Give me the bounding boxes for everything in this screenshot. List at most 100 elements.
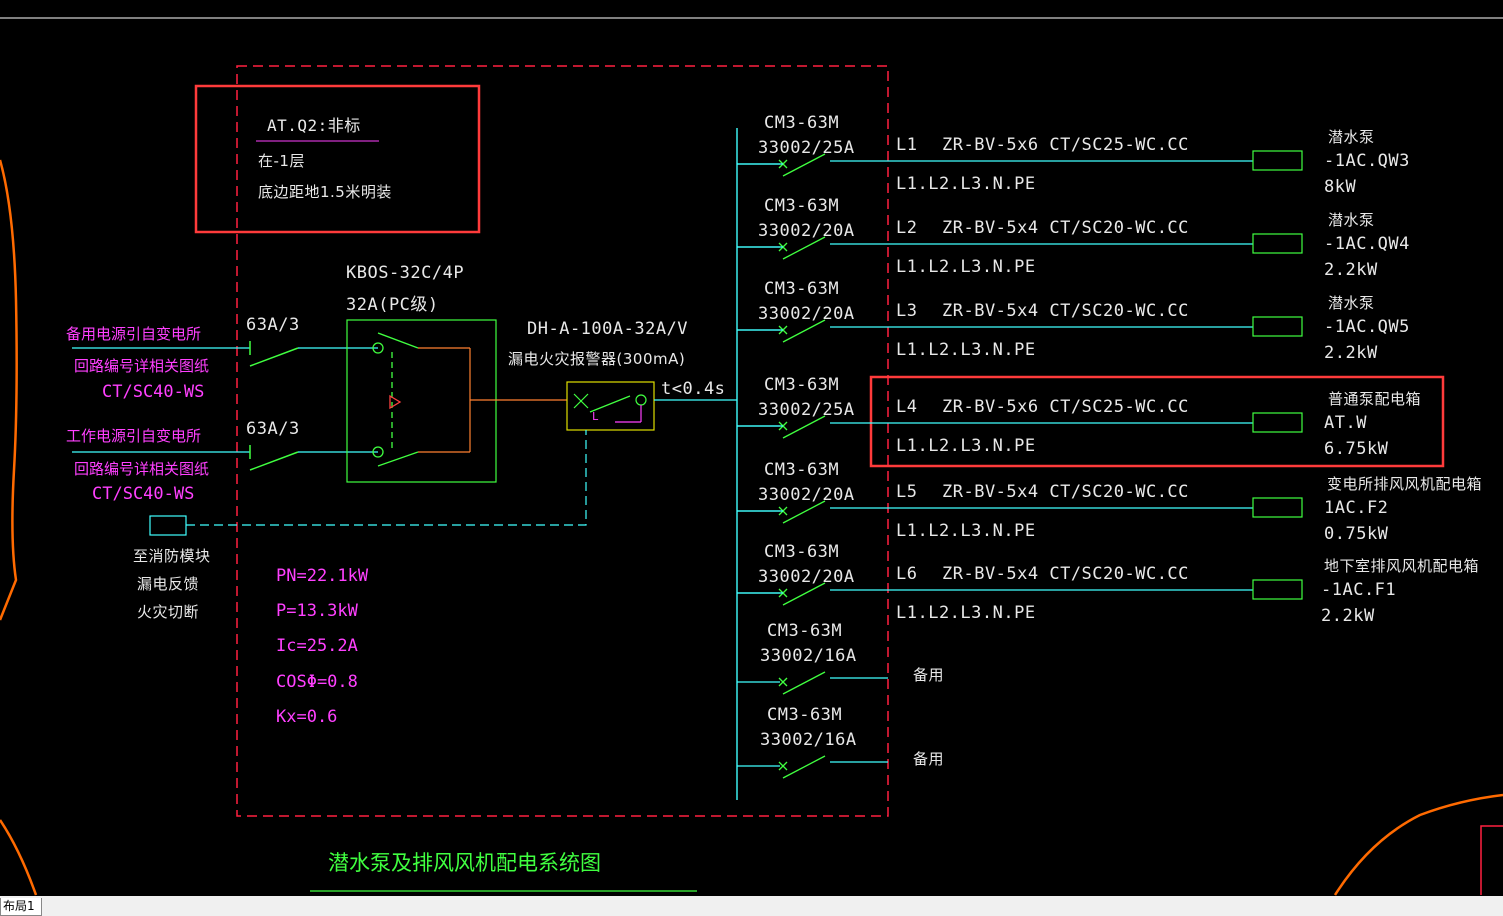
- branch-id: L2: [896, 218, 918, 238]
- branch-breaker-contact: [782, 755, 826, 779]
- branch-load-name: 变电所排风风机配电箱: [1327, 475, 1483, 493]
- load-symbol-l2: [1252, 233, 1303, 254]
- branch-id: L3: [896, 301, 918, 321]
- branch-load-power: 2.2kW: [1324, 343, 1378, 363]
- calc-ic: Ic=25.2A: [276, 636, 358, 656]
- calc-cos: COSΦ=0.8: [276, 672, 358, 692]
- branch-load-code: -1AC.QW3: [1324, 151, 1410, 171]
- location-name: AT.Q2:非标: [267, 116, 361, 135]
- ats-model: KBOS-32C/4P: [346, 263, 465, 283]
- spare-breaker-setting: 33002/16A: [760, 730, 857, 750]
- spare-breaker-setting: 33002/16A: [760, 646, 857, 666]
- branch-load-power: 2.2kW: [1321, 606, 1375, 626]
- load-symbol-l6: [1252, 579, 1303, 600]
- branch-load-power: 2.2kW: [1324, 260, 1378, 280]
- branch-load-name: 潜水泵: [1328, 294, 1375, 312]
- spare-label: 备用: [913, 666, 945, 684]
- branch-breaker-model: CM3-63M: [764, 113, 840, 133]
- branch-load-code: -1AC.QW4: [1324, 234, 1410, 254]
- ats-rating: 32A(PC级): [346, 295, 439, 315]
- fire-module-line3: 火灾切断: [137, 603, 200, 621]
- leakage-desc: 漏电火灾报警器(300mA): [508, 350, 686, 368]
- panel-enclosure-frame: [236, 65, 889, 817]
- branch-load-power: 6.75kW: [1324, 439, 1389, 459]
- branch-cable-spec: ZR-BV-5x6 CT/SC25-WC.CC: [942, 397, 1189, 417]
- highlight-box-location: [194, 84, 481, 234]
- backup-breaker-contact: [249, 347, 299, 367]
- fire-module-line2: 漏电反馈: [137, 575, 200, 593]
- branch-phases: L1.L2.L3.N.PE: [896, 603, 1036, 623]
- branch-phases: L1.L2.L3.N.PE: [896, 257, 1036, 277]
- backup-note-label: 回路编号详相关图纸: [74, 357, 210, 375]
- location-mount: 底边距地1.5米明装: [258, 183, 392, 201]
- branch-load-power: 0.75kW: [1324, 524, 1389, 544]
- branch-cable-spec: ZR-BV-5x4 CT/SC20-WC.CC: [942, 218, 1189, 238]
- corner-frame-right: [1480, 825, 1503, 895]
- branch-load-name: 潜水泵: [1328, 211, 1375, 229]
- location-floor: 在-1层: [258, 152, 305, 170]
- branch-breaker-setting: 33002/20A: [758, 304, 855, 324]
- branch-breaker-model: CM3-63M: [764, 375, 840, 395]
- load-symbol-l5: [1252, 497, 1303, 518]
- ats-box: [346, 319, 497, 483]
- branch-cable-spec: ZR-BV-5x4 CT/SC20-WC.CC: [942, 564, 1189, 584]
- leakage-time: t<0.4s: [661, 379, 726, 399]
- backup-source-label: 备用电源引自变电所: [66, 325, 202, 343]
- branch-breaker-model: CM3-63M: [764, 279, 840, 299]
- branch-load-code: -1AC.QW5: [1324, 317, 1410, 337]
- branch-breaker-setting: 33002/20A: [758, 221, 855, 241]
- branch-load-power: 8kW: [1324, 177, 1357, 197]
- work-note-label: 回路编号详相关图纸: [74, 460, 210, 478]
- branch-load-name: 普通泵配电箱: [1328, 390, 1422, 408]
- boundary-curve-bottom-right: [1333, 793, 1503, 896]
- branch-id: L1: [896, 135, 918, 155]
- backup-conduit-label: CT/SC40-WS: [102, 382, 205, 402]
- diagram-title: 潜水泵及排风风机配电系统图: [328, 851, 601, 875]
- branch-cable-spec: ZR-BV-5x4 CT/SC20-WC.CC: [942, 301, 1189, 321]
- branch-id: L4: [896, 397, 918, 417]
- branch-breaker-model: CM3-63M: [764, 460, 840, 480]
- branch-load-code: -1AC.F1: [1321, 580, 1397, 600]
- spare-breaker-model: CM3-63M: [767, 705, 843, 725]
- branch-phases: L1.L2.L3.N.PE: [896, 174, 1036, 194]
- branch-load-code: 1AC.F2: [1324, 498, 1389, 518]
- leakage-model: DH-A-100A-32A/V: [527, 319, 689, 339]
- branch-load-code: AT.W: [1324, 413, 1367, 433]
- calc-kx: Kx=0.6: [276, 707, 338, 727]
- branch-breaker-setting: 33002/20A: [758, 485, 855, 505]
- branch-breaker-setting: 33002/25A: [758, 138, 855, 158]
- load-symbol-l1: [1252, 150, 1303, 171]
- branch-breaker-model: CM3-63M: [764, 542, 840, 562]
- branch-breaker-model: CM3-63M: [764, 196, 840, 216]
- branch-id: L5: [896, 482, 918, 502]
- backup-breaker-rating: 63A/3: [246, 315, 300, 335]
- svg-text:L: L: [592, 410, 599, 423]
- layout-tab-strip: [0, 896, 1503, 916]
- spare-breaker-model: CM3-63M: [767, 621, 843, 641]
- tab-layout1[interactable]: 布局1: [0, 898, 42, 916]
- branch-phases: L1.L2.L3.N.PE: [896, 436, 1036, 456]
- branch-phases: L1.L2.L3.N.PE: [896, 340, 1036, 360]
- work-source-label: 工作电源引自变电所: [66, 427, 202, 445]
- schematic-lines: L: [0, 17, 1503, 896]
- branch-breaker-setting: 33002/20A: [758, 567, 855, 587]
- spare-label: 备用: [913, 750, 945, 768]
- work-conduit-label: CT/SC40-WS: [92, 484, 195, 504]
- branch-breaker-setting: 33002/25A: [758, 400, 855, 420]
- work-breaker-contact: [249, 451, 299, 471]
- branch-load-name: 潜水泵: [1328, 128, 1375, 146]
- branch-cable-spec: ZR-BV-5x6 CT/SC25-WC.CC: [942, 135, 1189, 155]
- boundary-curve-bottom-left: [0, 819, 38, 896]
- branch-breaker-contact: [782, 671, 826, 695]
- calc-pn: PN=22.1kW: [276, 566, 369, 586]
- branch-load-name: 地下室排风风机配电箱: [1324, 557, 1480, 575]
- branch-phases: L1.L2.L3.N.PE: [896, 521, 1036, 541]
- drawing-canvas[interactable]: L AT.Q2:非标 在-1层 底边距地1.5米明装 63A/3 备用电源引自变…: [0, 0, 1503, 916]
- load-symbol-l4: [1252, 412, 1303, 433]
- work-breaker-rating: 63A/3: [246, 419, 300, 439]
- calc-p: P=13.3kW: [276, 601, 358, 621]
- fire-module-symbol: [149, 515, 187, 536]
- fire-module-line1: 至消防模块: [133, 547, 211, 565]
- boundary-curve-left: [0, 159, 18, 621]
- branch-id: L6: [896, 564, 918, 584]
